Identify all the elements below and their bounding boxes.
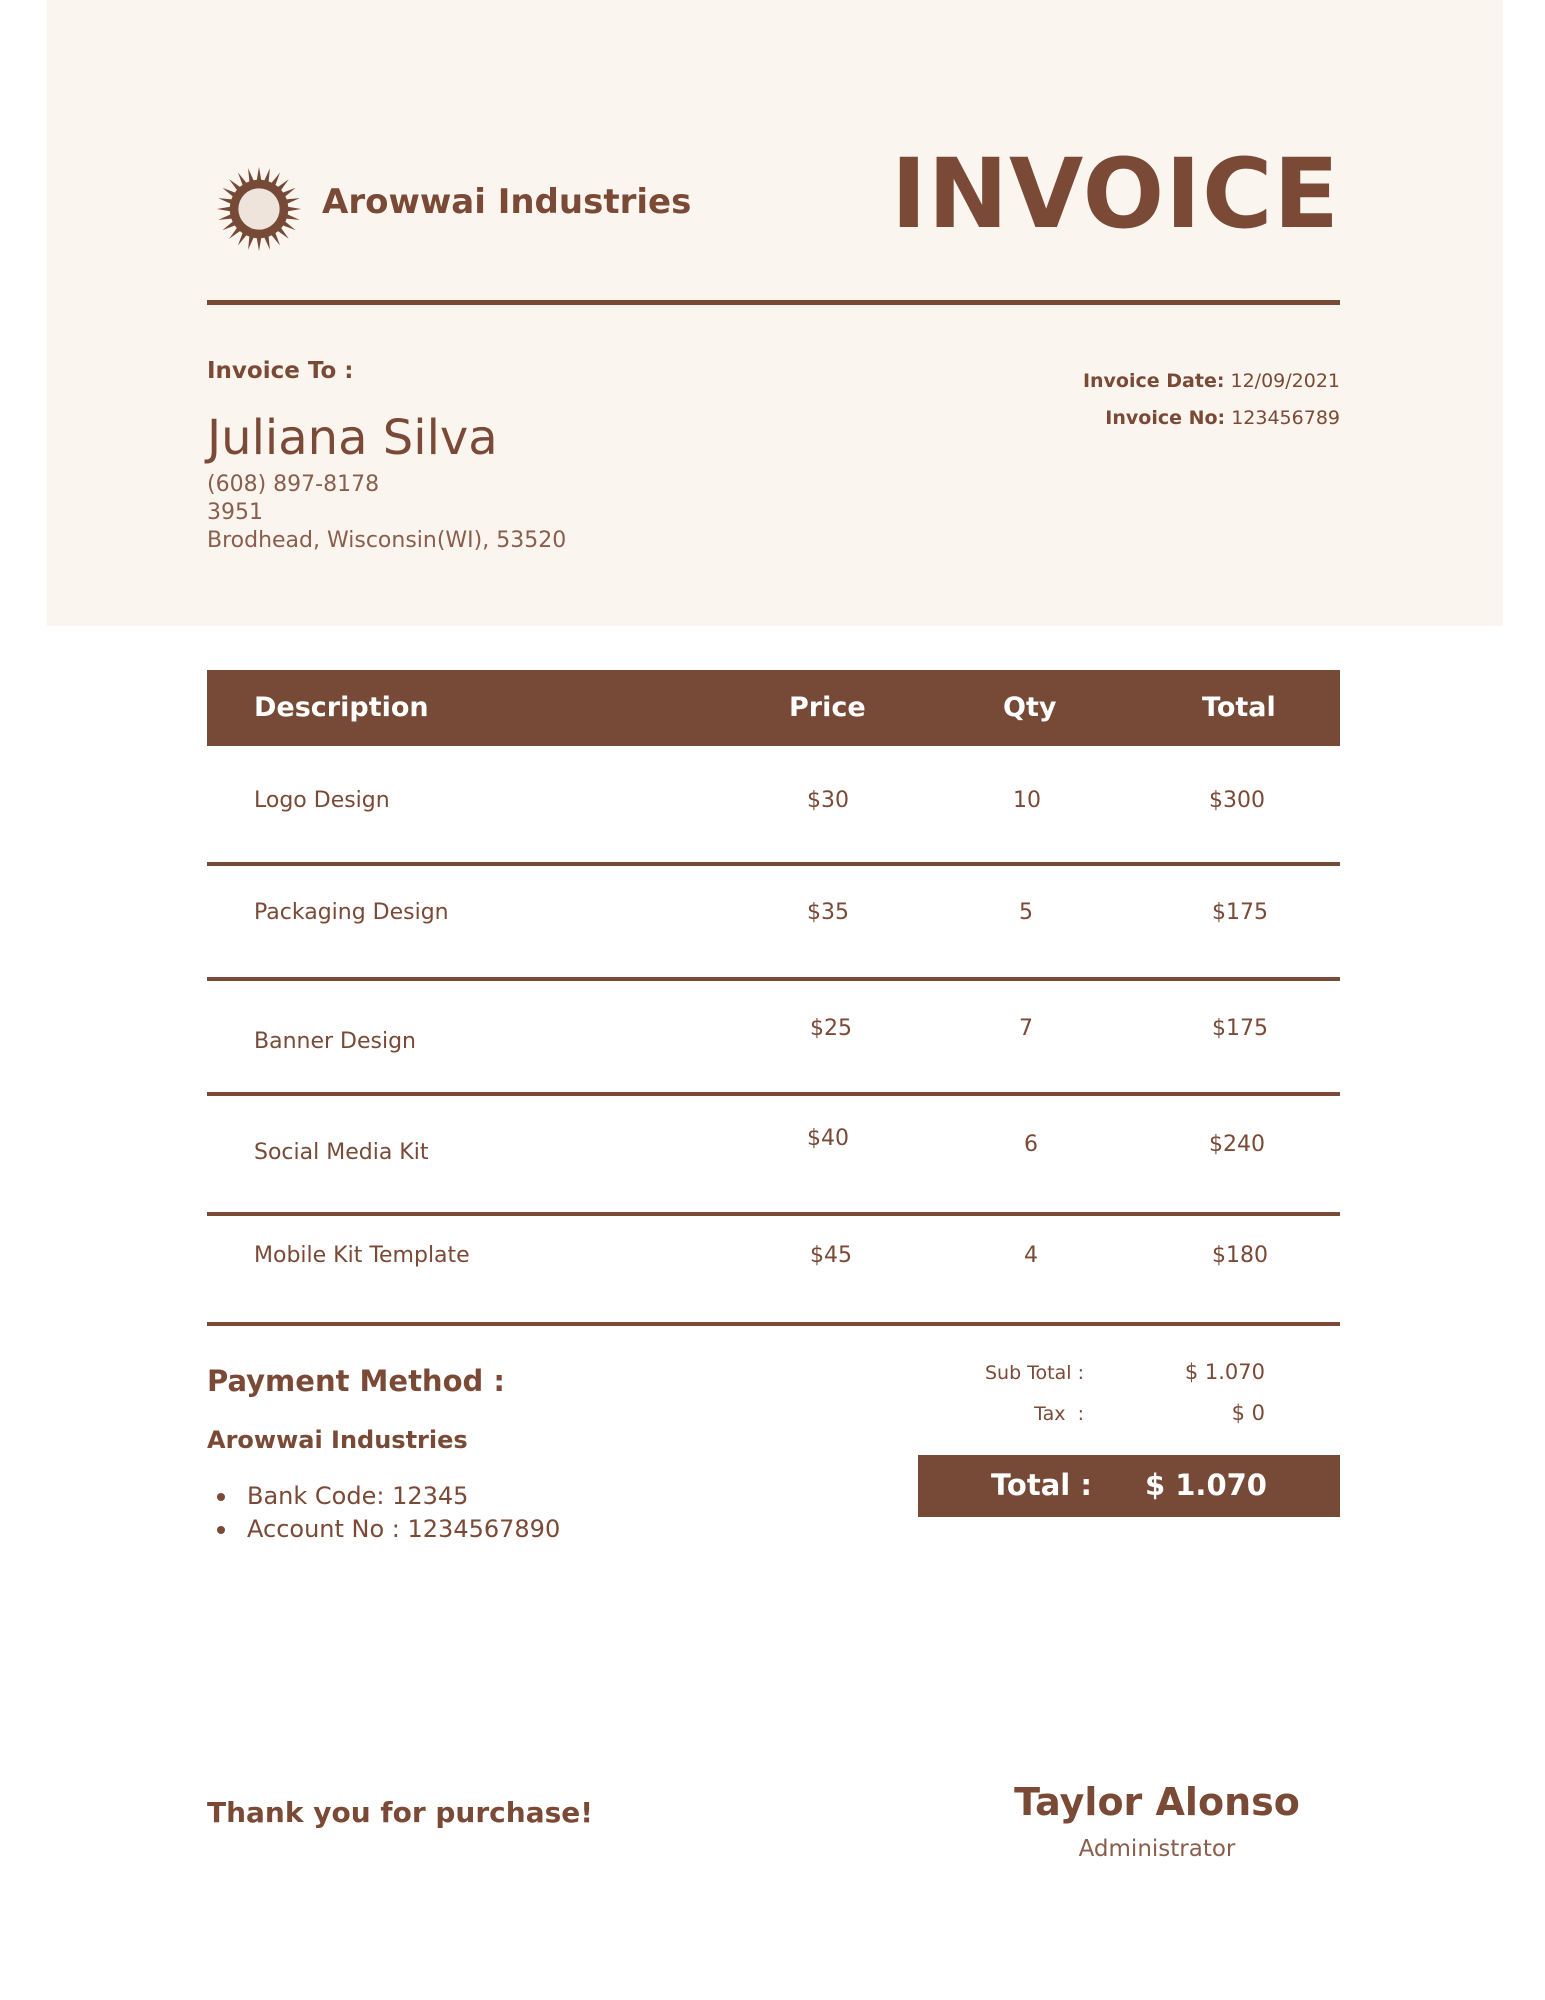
invoice-number-label: Invoice No: — [1105, 407, 1226, 429]
total-value: $ 1.070 — [1144, 1468, 1267, 1502]
subtotal-label: Sub Total : — [984, 1362, 1084, 1384]
row-description: Banner Design — [254, 1029, 416, 1054]
row-description: Social Media Kit — [254, 1140, 429, 1165]
thank-you-message: Thank you for purchase! — [207, 1796, 594, 1829]
payment-account-number: Account No : 1234567890 — [207, 1513, 560, 1546]
payment-bank-code: Bank Code: 12345 — [207, 1480, 560, 1513]
row-qty: 7 — [1019, 1016, 1033, 1041]
row-divider — [207, 977, 1340, 981]
tax-value: $ 0 — [1231, 1401, 1265, 1425]
logo-ray — [216, 206, 232, 212]
client-address-line2: Brodhead, Wisconsin(WI), 53520 — [207, 528, 567, 553]
invoice-date-value: 12/09/2021 — [1230, 370, 1340, 392]
row-qty: 5 — [1019, 900, 1033, 925]
client-name: Juliana Silva — [207, 410, 498, 466]
row-qty: 10 — [1013, 788, 1041, 813]
table-header: Description Price Qty Total — [207, 670, 1340, 746]
logo-ray — [256, 166, 262, 182]
subtotal-value: $ 1.070 — [1184, 1360, 1265, 1384]
row-price: $45 — [810, 1243, 852, 1268]
row-price: $30 — [807, 788, 849, 813]
row-total: $300 — [1209, 788, 1265, 813]
total-label: Total : — [991, 1468, 1092, 1502]
payment-method-title: Payment Method : — [207, 1364, 505, 1398]
total-box: Total : $ 1.070 — [918, 1455, 1340, 1517]
invoice-date-label: Invoice Date: — [1082, 370, 1225, 392]
row-price: $25 — [810, 1016, 852, 1041]
logo-ray — [286, 206, 302, 212]
sunburst-logo-icon — [216, 166, 302, 252]
row-description: Logo Design — [254, 788, 390, 813]
row-qty: 4 — [1024, 1243, 1038, 1268]
row-price: $40 — [807, 1126, 849, 1151]
row-qty: 6 — [1024, 1132, 1038, 1157]
invoice-title: INVOICE — [890, 138, 1340, 250]
signer-name: Taylor Alonso — [1014, 1780, 1300, 1824]
invoice-number: Invoice No: 123456789 — [1105, 407, 1340, 429]
row-description: Packaging Design — [254, 900, 449, 925]
row-total: $175 — [1212, 900, 1268, 925]
invoice-to-label: Invoice To : — [207, 358, 354, 384]
payment-company: Arowwai Industries — [207, 1426, 468, 1454]
column-header-total: Total — [1202, 692, 1276, 723]
column-header-qty: Qty — [1003, 692, 1057, 723]
payment-details-list: Bank Code: 12345 Account No : 1234567890 — [207, 1480, 560, 1546]
header-divider — [207, 300, 1340, 305]
client-phone: (608) 897-8178 — [207, 472, 380, 497]
invoice-date: Invoice Date: 12/09/2021 — [1083, 370, 1340, 392]
company-name: Arowwai Industries — [322, 182, 692, 222]
logo-ray — [256, 236, 262, 252]
client-address-line1: 3951 — [207, 500, 263, 525]
row-price: $35 — [807, 900, 849, 925]
row-total: $175 — [1212, 1016, 1268, 1041]
row-total: $240 — [1209, 1132, 1265, 1157]
row-total: $180 — [1212, 1243, 1268, 1268]
row-description: Mobile Kit Template — [254, 1243, 470, 1268]
row-divider — [207, 862, 1340, 866]
signer-title: Administrator — [1078, 1836, 1236, 1862]
tax-label: Tax : — [1034, 1403, 1084, 1425]
row-divider — [207, 1322, 1340, 1326]
invoice-number-value: 123456789 — [1231, 407, 1340, 429]
row-divider — [207, 1212, 1340, 1216]
row-divider — [207, 1092, 1340, 1096]
column-header-description: Description — [254, 692, 429, 723]
column-header-price: Price — [789, 692, 866, 723]
